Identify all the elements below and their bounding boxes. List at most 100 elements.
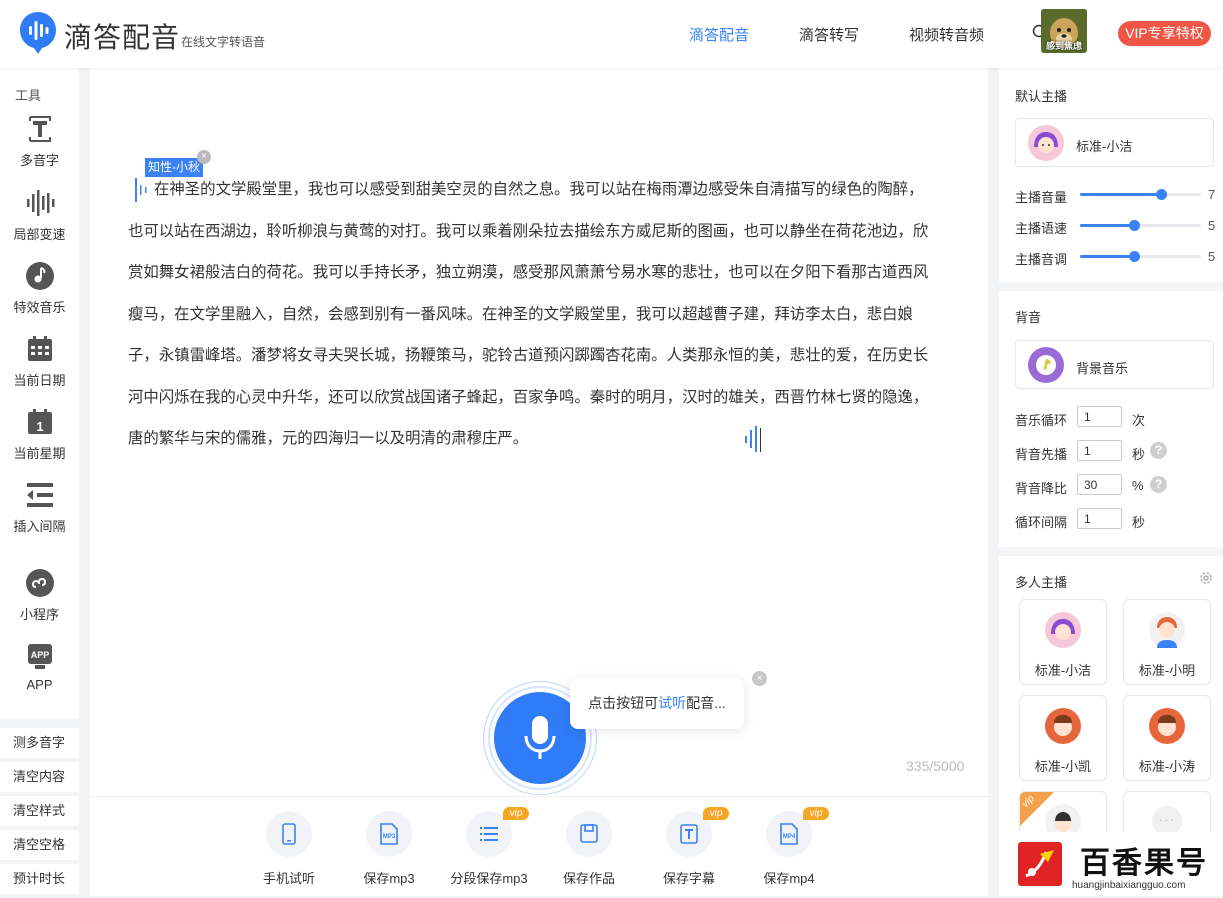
volume-slider[interactable]: 主播音量 7 <box>1015 184 1215 205</box>
tools-title: 工具 <box>15 88 42 103</box>
watermark-text: 百香果号 <box>1080 847 1208 880</box>
anchor-name: 标准-小明 <box>1138 663 1196 678</box>
app-name[interactable]: 滴答配音 <box>64 16 180 56</box>
tool-current-date[interactable]: 当前日期 <box>0 334 79 389</box>
anchor-card-xiaotao[interactable]: 标准-小涛 <box>1123 695 1211 781</box>
watermark-logo-icon <box>1018 842 1062 886</box>
clear-style-button[interactable]: 清空样式 <box>0 796 79 826</box>
save-work-label: 保存作品 <box>562 871 615 886</box>
speed-track[interactable] <box>1080 220 1201 231</box>
pitch-label: 主播音调 <box>1015 252 1068 267</box>
anchor-name: 标准-小洁 <box>1034 663 1092 678</box>
save-mp3-button[interactable]: MP3 保存mp3 <box>339 811 439 887</box>
tool-app-label: APP <box>26 677 53 692</box>
background-music-card[interactable]: 背景音乐 <box>1015 340 1214 389</box>
default-voice-card[interactable]: 标准-小洁 <box>1015 118 1214 167</box>
anchor-card-xiaoming[interactable]: 标准-小明 <box>1123 599 1211 685</box>
volume-reduce-input[interactable] <box>1077 474 1122 495</box>
save-subtitle-button[interactable]: vip 保存字幕 <box>639 807 739 887</box>
save-mp4-button[interactable]: MP4 vip 保存mp4 <box>739 807 839 887</box>
avatar-boy-icon <box>1149 612 1185 648</box>
tool-partial-speed[interactable]: 局部变速 <box>0 188 79 243</box>
vip-privilege-button[interactable]: VIP专享特权 <box>1118 21 1211 46</box>
music-loop-input[interactable] <box>1077 406 1122 427</box>
list-icon <box>480 827 498 841</box>
speed-knob[interactable] <box>1129 220 1141 231</box>
vip-badge: vip <box>803 807 829 820</box>
volume-knob[interactable] <box>1156 189 1168 200</box>
app-logo-icon[interactable] <box>20 12 56 54</box>
avatar-caption: 感到焦虑 <box>1045 41 1082 51</box>
tool-mini-program-label: 小程序 <box>19 607 59 622</box>
tool-polyphone-label: 多音字 <box>19 153 59 168</box>
volume-reduce-unit: % <box>1132 478 1144 493</box>
speed-wave-icon <box>25 188 55 218</box>
music-disc-icon <box>1028 347 1064 383</box>
voice-tag-close-icon[interactable]: × <box>197 150 211 164</box>
music-loop-unit: 次 <box>1132 413 1146 428</box>
clear-spaces-button[interactable]: 清空空格 <box>0 830 79 860</box>
help-icon[interactable]: ? <box>1150 442 1167 459</box>
voice-end-wave-icon[interactable] <box>745 426 763 452</box>
pre-play-label: 背音先播 <box>1015 447 1068 462</box>
pitch-slider[interactable]: 主播音调 5 <box>1015 246 1216 267</box>
avatar-girl-icon <box>1028 125 1064 161</box>
anchor-name: 标准-小凯 <box>1034 759 1092 774</box>
svg-text:1: 1 <box>36 419 43 434</box>
volume-label: 主播音量 <box>1015 190 1068 205</box>
svg-text:APP: APP <box>30 650 49 660</box>
phone-preview-button[interactable]: 手机试听 <box>239 811 339 887</box>
tip-close-icon[interactable]: × <box>752 671 767 686</box>
settings-gear-icon[interactable] <box>1198 570 1214 586</box>
microphone-icon <box>522 714 558 762</box>
app-icon: APP <box>25 641 55 671</box>
save-work-button[interactable]: 保存作品 <box>539 811 639 887</box>
svg-text:MP4: MP4 <box>783 834 796 840</box>
nav-video-to-audio[interactable]: 视频转音频 <box>909 24 984 45</box>
tool-effect-music[interactable]: 特效音乐 <box>0 261 79 316</box>
user-avatar[interactable]: 感到焦虑 <box>1041 9 1087 53</box>
polyphone-icon <box>25 114 55 144</box>
vip-badge: vip <box>503 807 529 820</box>
pitch-track[interactable] <box>1080 251 1201 262</box>
default-anchor-panel: 默认主播 标准-小洁 主播音量 7 主播语速 5 主播音调 5 <box>999 68 1223 282</box>
clear-content-button[interactable]: 清空内容 <box>0 762 79 792</box>
character-counter: 335/5000 <box>906 758 965 774</box>
nav-dida-dubbing[interactable]: 滴答配音 <box>689 24 749 45</box>
pitch-value: 5 <box>1208 249 1216 264</box>
pitch-fill <box>1080 255 1135 258</box>
tool-polyphone[interactable]: 多音字 <box>0 114 79 169</box>
split-save-mp3-label: 分段保存mp3 <box>450 871 528 886</box>
tool-effect-music-label: 特效音乐 <box>13 300 66 315</box>
nav-dida-transcribe[interactable]: 滴答转写 <box>799 24 859 45</box>
split-save-mp3-button[interactable]: vip 分段保存mp3 <box>439 807 539 887</box>
volume-reduce-label: 背音降比 <box>1015 481 1068 496</box>
default-anchor-title: 默认主播 <box>1015 89 1068 104</box>
music-note-icon <box>25 261 55 291</box>
tool-current-week[interactable]: 1 当前星期 <box>0 407 79 462</box>
estimate-duration-button[interactable]: 预计时长 <box>0 864 79 894</box>
pitch-knob[interactable] <box>1129 251 1141 262</box>
tool-insert-pause[interactable]: 插入间隔 <box>0 480 79 535</box>
anchor-card-xiaokai[interactable]: 标准-小凯 <box>1019 695 1107 781</box>
anchor-card-xiaojie[interactable]: 标准-小洁 <box>1019 599 1107 685</box>
action-bar: 手机试听 MP3 保存mp3 vip 分段保存mp3 保存作品 vip 保存字幕… <box>90 796 988 896</box>
volume-track[interactable] <box>1080 189 1201 200</box>
volume-fill <box>1080 193 1162 196</box>
save-mp4-label: 保存mp4 <box>763 871 815 886</box>
avatar-girl-icon <box>1045 612 1081 648</box>
editor-text-content[interactable]: 在神圣的文学殿堂里，我也可以感受到甜美空灵的自然之息。我可以站在梅雨潭边感受朱自… <box>128 169 932 460</box>
loop-interval-input[interactable] <box>1077 508 1122 529</box>
help-icon[interactable]: ? <box>1150 476 1167 493</box>
pre-play-input[interactable] <box>1077 440 1122 461</box>
speed-slider[interactable]: 主播语速 5 <box>1015 215 1215 236</box>
loop-interval-row: 循环间隔 秒 <box>1015 508 1215 530</box>
default-voice-name: 标准-小洁 <box>1076 139 1133 154</box>
tool-mini-program[interactable]: 小程序 <box>0 568 79 623</box>
tool-partial-speed-label: 局部变速 <box>13 227 66 242</box>
background-music-panel: 背音 背景音乐 音乐循环 次 背音先播 秒 ? 背音降比 % ? 循环间隔 秒 <box>999 291 1223 547</box>
test-polyphone-button[interactable]: 测多音字 <box>0 728 79 758</box>
tool-app[interactable]: APP APP <box>0 641 79 692</box>
text-editor-panel: 知性-小秋 × 在神圣的文学殿堂里，我也可以感受到甜美空灵的自然之息。我可以站在… <box>90 68 988 896</box>
tool-current-week-label: 当前星期 <box>13 446 66 461</box>
